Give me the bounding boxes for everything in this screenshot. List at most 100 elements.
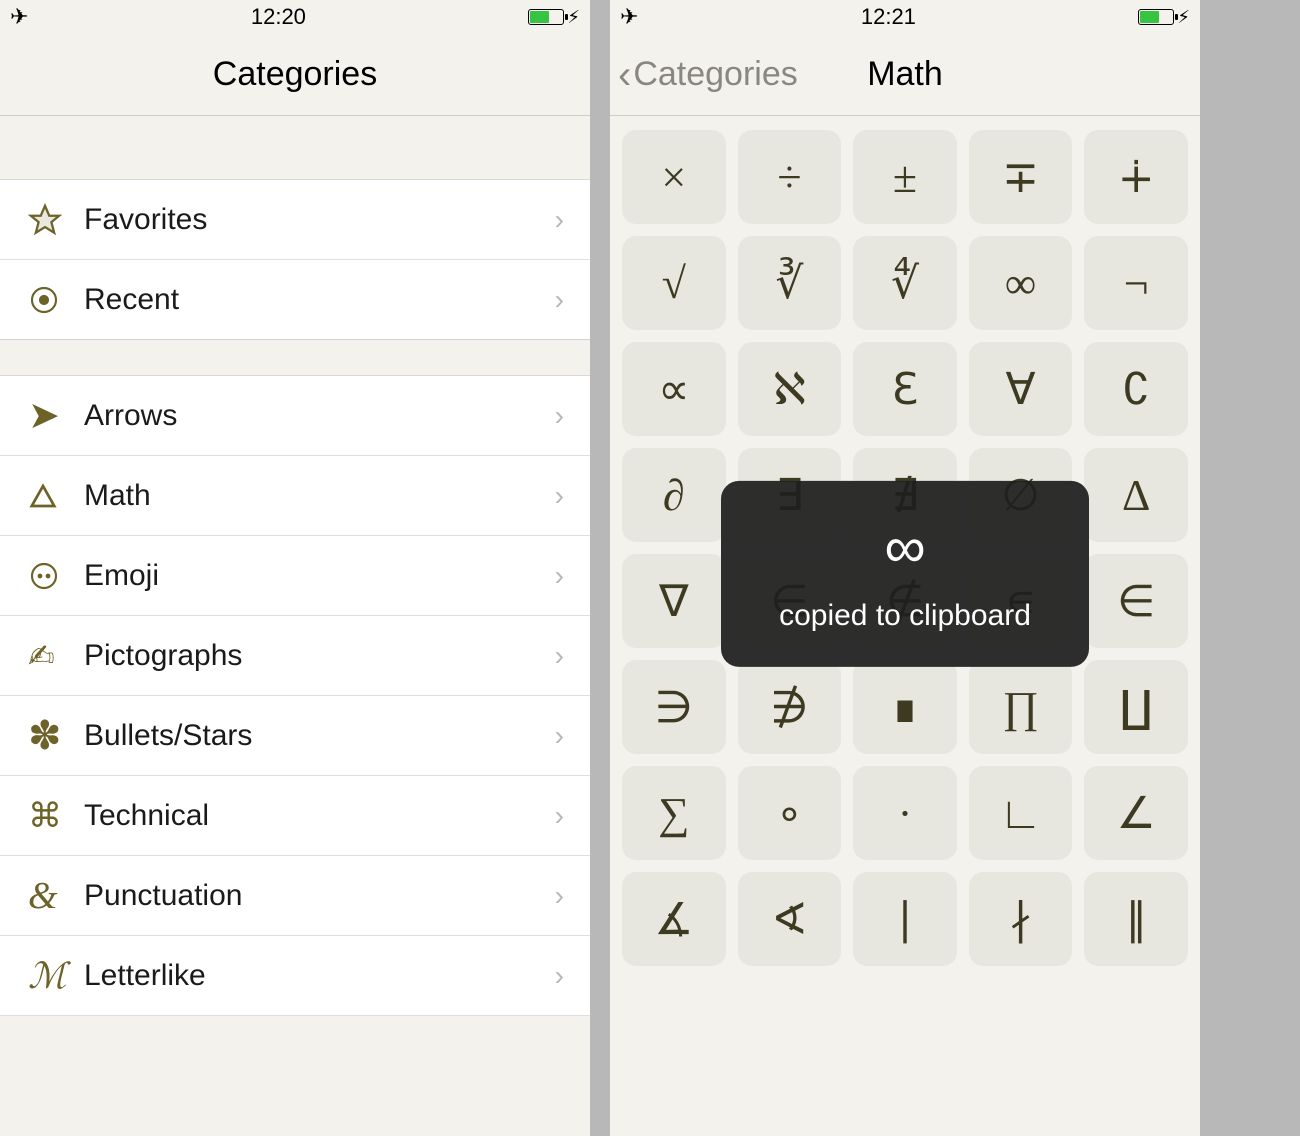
row-pictographs[interactable]: ✍︎ Pictographs › (0, 616, 590, 696)
symbol-cell[interactable]: ∓ (969, 130, 1073, 224)
copied-toast: ∞ copied to clipboard (721, 481, 1089, 667)
back-label: Categories (633, 55, 797, 94)
status-left: ✈︎ (10, 4, 28, 30)
symbol-cell[interactable]: ∇ (622, 554, 726, 648)
symbol-cell[interactable]: ∟ (969, 766, 1073, 860)
phone-categories: ✈︎ 12:20 ⚡︎ Categories Favorites › (0, 0, 590, 1136)
chevron-right-icon: › (555, 400, 564, 432)
symbol-cell[interactable]: ∆ (1084, 448, 1188, 542)
symbol-cell[interactable]: ∥ (1084, 872, 1188, 966)
row-recent[interactable]: Recent › (0, 260, 590, 340)
row-label: Technical (84, 799, 555, 833)
battery-icon: ⚡︎ (528, 7, 580, 28)
status-time: 12:20 (251, 4, 306, 30)
symbol-cell[interactable]: ℇ (853, 342, 957, 436)
symbol-cell[interactable]: ∔ (1084, 130, 1188, 224)
row-punctuation[interactable]: & Punctuation › (0, 856, 590, 936)
categories-list[interactable]: Favorites › Recent › ➤ Arrows › Mat (0, 116, 590, 1136)
row-label: Recent (84, 283, 555, 317)
toast-glyph: ∞ (884, 519, 925, 577)
row-label: Pictographs (84, 639, 555, 673)
row-arrows[interactable]: ➤ Arrows › (0, 376, 590, 456)
row-label: Emoji (84, 559, 555, 593)
row-label: Math (84, 479, 555, 513)
symbol-cell[interactable]: ∝ (622, 342, 726, 436)
status-bar: ✈︎ 12:20 ⚡︎ (0, 0, 590, 34)
back-button[interactable]: ‹ Categories (618, 55, 798, 95)
chevron-right-icon: › (555, 720, 564, 752)
command-icon: ⌘ (28, 796, 84, 836)
toast-message: copied to clipboard (779, 599, 1031, 633)
row-technical[interactable]: ⌘ Technical › (0, 776, 590, 856)
symbol-cell[interactable]: ÷ (738, 130, 842, 224)
asterisk-icon: ✽ (28, 713, 84, 759)
row-math[interactable]: Math › (0, 456, 590, 536)
airplane-mode-icon: ✈︎ (620, 4, 638, 30)
symbol-cell[interactable]: ∈ (1084, 554, 1188, 648)
symbol-cell[interactable]: ∋ (622, 660, 726, 754)
section-gap (0, 340, 590, 376)
symbol-cell[interactable]: ∌ (738, 660, 842, 754)
symbol-cell[interactable]: ∁ (1084, 342, 1188, 436)
symbol-cell[interactable]: × (622, 130, 726, 224)
symbol-cell[interactable]: ∎ (853, 660, 957, 754)
symbol-cell[interactable]: ¬ (1084, 236, 1188, 330)
symbol-grid-area[interactable]: ×÷±∓∔√∛∜∞¬∝ℵℇ∀∁∂∃∄∅∆∇∈∉∊∈∋∌∎∏∐∑∘∙∟∠∡∢∣∤∥… (610, 116, 1200, 1136)
writing-hand-icon: ✍︎ (28, 637, 84, 675)
airplane-mode-icon: ✈︎ (10, 4, 28, 30)
row-emoji[interactable]: Emoji › (0, 536, 590, 616)
nav-header: ‹ Categories Math (610, 34, 1200, 116)
symbol-cell[interactable]: ∛ (738, 236, 842, 330)
chevron-right-icon: › (555, 640, 564, 672)
symbol-cell[interactable]: ℵ (738, 342, 842, 436)
row-label: Punctuation (84, 879, 555, 913)
row-label: Letterlike (84, 959, 555, 993)
chevron-right-icon: › (555, 560, 564, 592)
chevron-right-icon: › (555, 880, 564, 912)
symbol-cell[interactable]: ∘ (738, 766, 842, 860)
script-m-icon: ℳ (28, 955, 84, 997)
section-gap (0, 116, 590, 180)
symbol-cell[interactable]: ∐ (1084, 660, 1188, 754)
symbol-cell[interactable]: ∤ (969, 872, 1073, 966)
status-right: ⚡︎ (1138, 7, 1190, 28)
row-favorites[interactable]: Favorites › (0, 180, 590, 260)
arrow-icon: ➤ (28, 393, 84, 438)
chevron-right-icon: › (555, 480, 564, 512)
chevron-right-icon: › (555, 800, 564, 832)
symbol-cell[interactable]: ∢ (738, 872, 842, 966)
triangle-icon (28, 481, 84, 511)
charging-icon: ⚡︎ (1177, 7, 1190, 28)
row-label: Bullets/Stars (84, 719, 555, 753)
status-bar: ✈︎ 12:21 ⚡︎ (610, 0, 1200, 34)
symbol-cell[interactable]: ∡ (622, 872, 726, 966)
symbol-cell[interactable]: ± (853, 130, 957, 224)
symbol-cell[interactable]: ∑ (622, 766, 726, 860)
phone-math-grid: ✈︎ 12:21 ⚡︎ ‹ Categories Math ×÷±∓∔√∛∜∞¬… (610, 0, 1200, 1136)
target-icon (28, 284, 84, 316)
ampersand-icon: & (28, 874, 84, 918)
page-title: Categories (213, 55, 377, 94)
symbol-cell[interactable]: ∀ (969, 342, 1073, 436)
nav-header: Categories (0, 34, 590, 116)
face-icon (28, 560, 84, 592)
symbol-cell[interactable]: ∞ (969, 236, 1073, 330)
status-right: ⚡︎ (528, 7, 580, 28)
chevron-right-icon: › (555, 960, 564, 992)
symbol-cell[interactable]: ∜ (853, 236, 957, 330)
page-title: Math (867, 55, 943, 94)
symbol-cell[interactable]: ∙ (853, 766, 957, 860)
symbol-cell[interactable]: √ (622, 236, 726, 330)
symbol-cell[interactable]: ∠ (1084, 766, 1188, 860)
chevron-right-icon: › (555, 204, 564, 236)
row-letterlike[interactable]: ℳ Letterlike › (0, 936, 590, 1016)
symbol-cell[interactable]: ∣ (853, 872, 957, 966)
status-left: ✈︎ (620, 4, 638, 30)
status-time: 12:21 (861, 4, 916, 30)
row-bullets-stars[interactable]: ✽ Bullets/Stars › (0, 696, 590, 776)
charging-icon: ⚡︎ (567, 7, 580, 28)
symbol-cell[interactable]: ∏ (969, 660, 1073, 754)
chevron-left-icon: ‹ (618, 55, 631, 95)
row-label: Favorites (84, 203, 555, 237)
symbol-cell[interactable]: ∂ (622, 448, 726, 542)
